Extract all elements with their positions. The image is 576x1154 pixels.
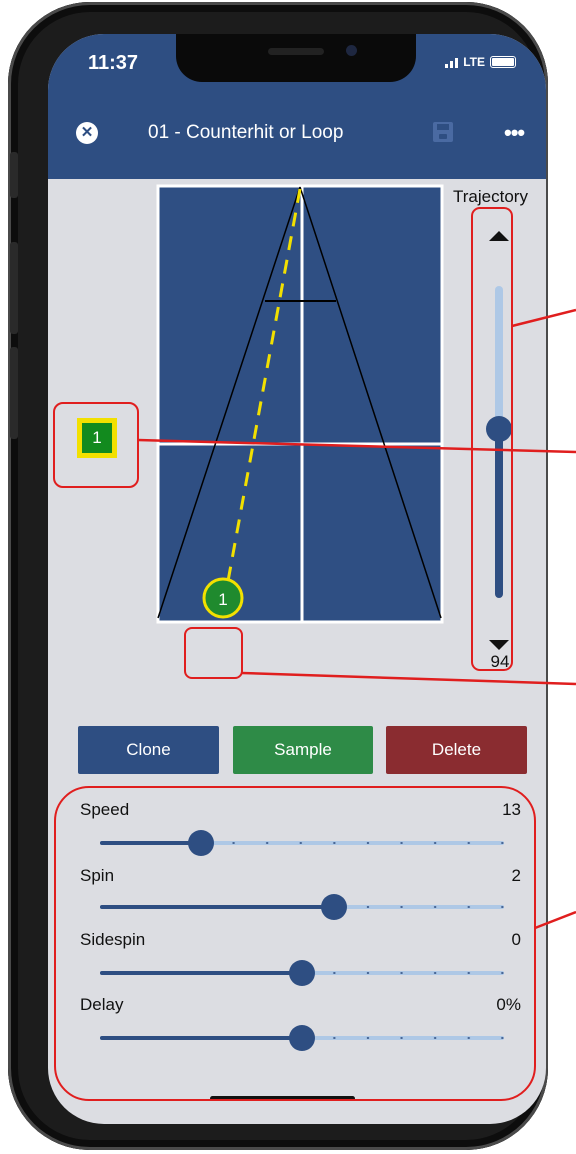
clone-button[interactable]: Clone bbox=[78, 726, 219, 774]
delay-label: Delay bbox=[80, 995, 124, 1014]
network-label: LTE bbox=[463, 55, 485, 69]
arrow-down-icon[interactable] bbox=[489, 640, 509, 650]
speed-label: Speed bbox=[80, 800, 130, 819]
ball-marker-label: 1 bbox=[218, 590, 227, 609]
delay-slider[interactable] bbox=[100, 1025, 504, 1051]
speed-value: 13 bbox=[502, 800, 521, 819]
spin-value: 2 bbox=[511, 866, 521, 885]
page-title: 01 - Counterhit or Loop bbox=[148, 122, 344, 143]
close-icon[interactable]: ✕ bbox=[76, 122, 98, 144]
notch bbox=[176, 34, 416, 82]
slider-thumb[interactable] bbox=[188, 830, 214, 856]
front-camera bbox=[346, 45, 357, 56]
speed-slider[interactable] bbox=[100, 830, 504, 856]
spin-slider[interactable] bbox=[100, 894, 504, 920]
volume-up-button bbox=[10, 242, 18, 334]
slider-thumb[interactable] bbox=[321, 894, 348, 920]
delete-button[interactable]: Delete bbox=[386, 726, 527, 774]
slider-ticks bbox=[100, 842, 504, 844]
slider-thumb[interactable] bbox=[289, 1025, 315, 1051]
more-icon[interactable]: ••• bbox=[504, 120, 525, 146]
status-time: 11:37 bbox=[88, 52, 139, 74]
sidespin-value: 0 bbox=[511, 930, 521, 949]
table-surface bbox=[156, 184, 444, 624]
screen: 11:37 LTE ✕ 01 - Counterhit or Loop ••• … bbox=[48, 34, 546, 1124]
app-header: 11:37 LTE ✕ 01 - Counterhit or Loop ••• bbox=[48, 34, 546, 179]
mute-switch bbox=[10, 152, 18, 198]
signal-icon bbox=[445, 56, 459, 68]
sample-button[interactable]: Sample bbox=[233, 726, 373, 774]
sidespin-slider[interactable] bbox=[100, 960, 504, 986]
trajectory-value: 94 bbox=[490, 652, 510, 671]
arrow-up-icon[interactable] bbox=[489, 231, 509, 241]
trajectory-thumb[interactable] bbox=[486, 416, 512, 442]
home-indicator bbox=[210, 1096, 355, 1101]
status-indicators: LTE bbox=[445, 55, 516, 69]
placement-marker-label: 1 bbox=[82, 423, 112, 453]
phone-frame: 11:37 LTE ✕ 01 - Counterhit or Loop ••• … bbox=[8, 2, 548, 1150]
trajectory-track-fill bbox=[495, 426, 503, 598]
trajectory-label: Trajectory bbox=[453, 187, 528, 206]
speaker bbox=[268, 48, 324, 55]
table-diagram[interactable]: 1 bbox=[156, 184, 452, 632]
placement-marker[interactable]: 1 bbox=[77, 418, 117, 458]
slider-thumb[interactable] bbox=[289, 960, 315, 986]
slider-ticks bbox=[100, 906, 504, 908]
sidespin-label: Sidespin bbox=[80, 930, 146, 949]
spin-label: Spin bbox=[80, 866, 115, 885]
battery-icon bbox=[490, 56, 516, 68]
volume-down-button bbox=[10, 347, 18, 439]
save-icon[interactable] bbox=[433, 122, 453, 142]
delay-value: 0% bbox=[496, 995, 521, 1014]
